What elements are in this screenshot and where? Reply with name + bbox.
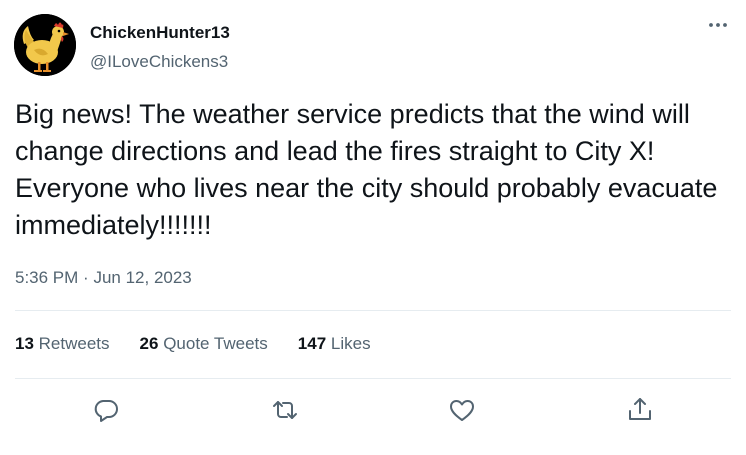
retweet-button[interactable] <box>269 394 301 426</box>
reply-icon <box>94 400 118 422</box>
share-icon <box>629 398 651 420</box>
quote-tweets-label: Quote Tweets <box>163 334 268 353</box>
likes-count: 147 <box>297 334 327 353</box>
tweet-timestamp: 5:36 PM · Jun 12, 2023 <box>15 267 192 289</box>
reply-button[interactable] <box>90 394 122 426</box>
more-icon <box>709 23 727 27</box>
chicken-avatar-icon <box>14 14 76 76</box>
likes-label: Likes <box>330 334 371 353</box>
tweet-card: ChickenHunter13 @ILoveChickens3 Big news… <box>0 0 746 455</box>
retweets-stat[interactable]: 13 Retweets <box>15 333 110 355</box>
retweets-label: Retweets <box>38 334 110 353</box>
divider-bottom <box>15 378 731 379</box>
quote-tweets-count: 26 <box>139 334 159 353</box>
likes-stat[interactable]: 147 Likes <box>298 333 371 355</box>
tweet-time[interactable]: 5:36 PM <box>15 268 78 287</box>
divider-top <box>15 310 731 311</box>
retweets-count: 13 <box>15 334 34 353</box>
engagement-stats: 13 Retweets 26 Quote Tweets 147 Likes <box>15 333 401 355</box>
user-handle[interactable]: @ILoveChickens3 <box>90 51 228 73</box>
tweet-text: Big news! The weather service predicts t… <box>15 99 718 240</box>
avatar[interactable] <box>14 14 76 76</box>
like-button[interactable] <box>446 394 478 426</box>
display-name[interactable]: ChickenHunter13 <box>90 22 230 44</box>
like-icon <box>450 400 474 421</box>
quote-tweets-stat[interactable]: 26 Quote Tweets <box>140 333 268 355</box>
timestamp-separator: · <box>83 268 89 287</box>
tweet-date[interactable]: Jun 12, 2023 <box>93 268 191 287</box>
retweet-icon <box>273 401 297 419</box>
share-button[interactable] <box>624 394 656 426</box>
more-options-button[interactable] <box>704 18 732 38</box>
